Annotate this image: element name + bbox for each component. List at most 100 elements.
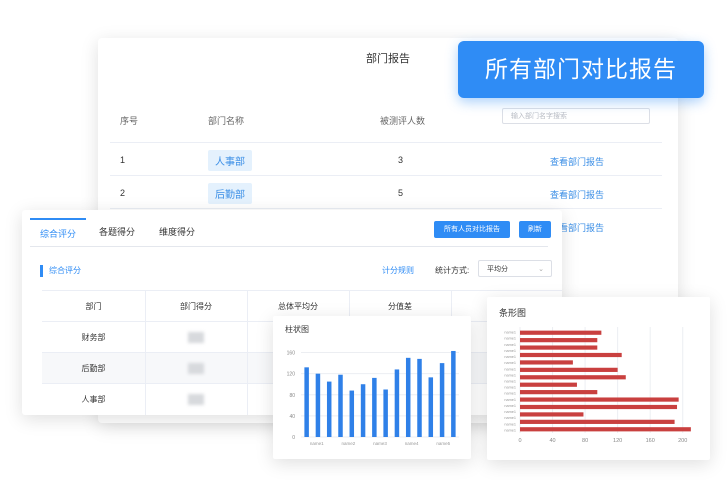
x-tick-label: name3 [373, 441, 387, 446]
y-tick-label: name1 [504, 416, 516, 420]
view-dept-report-link[interactable]: 查看部门报告 [550, 155, 604, 168]
y-tick-label: name1 [504, 410, 516, 414]
stat-method-select[interactable]: 平均分 ⌄ [478, 260, 552, 277]
bar [349, 390, 355, 437]
y-tick-label: name1 [504, 386, 516, 390]
y-tick-label: name1 [504, 349, 516, 353]
y-tick-label: name1 [504, 373, 516, 377]
column-header-dept-score: 部门得分 [145, 291, 248, 322]
stat-method-label: 统计方式: [435, 266, 470, 275]
bar-chart: 0 40 80 120 160 name1 name2 name3 name4 name5 [287, 350, 459, 446]
x-tick-label: 120 [613, 438, 622, 444]
x-tick-label: name5 [436, 441, 450, 446]
y-tick-label: name1 [504, 398, 516, 402]
y-tick-label: name1 [504, 331, 516, 335]
y-tick-label: name1 [504, 380, 516, 384]
bar [520, 338, 598, 343]
blurred-value [188, 363, 204, 375]
y-tick-label: 0 [292, 435, 295, 441]
column-header-dept: 部门 [42, 291, 146, 322]
x-tick-label: 40 [549, 438, 555, 444]
dept-tag[interactable]: 后勤部 [208, 183, 252, 204]
blurred-value [188, 394, 204, 406]
bar [520, 397, 679, 402]
y-tick-label: name1 [504, 392, 516, 396]
bar [326, 381, 332, 437]
y-tick-label: name1 [504, 428, 516, 432]
y-tick-label: name1 [504, 337, 516, 341]
x-tick-label: 80 [582, 438, 588, 444]
tab-overall-score[interactable]: 综合评分 [30, 218, 86, 246]
scoring-rules-link[interactable]: 计分规则 [382, 265, 414, 276]
y-tick-label: name1 [504, 367, 516, 371]
y-tick-label: name1 [504, 361, 516, 365]
bar [417, 358, 422, 437]
evaluated-count: 3 [398, 155, 404, 165]
chevron-down-icon: ⌄ [538, 266, 544, 273]
bar [372, 377, 377, 437]
blurred-value [188, 332, 204, 344]
bar [520, 382, 577, 387]
y-tick-label: 120 [287, 372, 296, 378]
bar-chart-card: 柱状图 0 40 80 120 160 name1 name2 name3 name4 name5 [273, 316, 471, 459]
section-marker [40, 265, 43, 277]
bar [520, 419, 675, 424]
all-staff-compare-button[interactable]: 所有人员对比报告 [434, 221, 510, 238]
x-tick-label: name2 [342, 441, 356, 446]
x-tick-label: name4 [405, 441, 419, 446]
y-tick-label: name1 [504, 404, 516, 408]
all-departments-comparison-banner: 所有部门对比报告 [458, 41, 704, 98]
bar [520, 352, 622, 358]
dept-name: 财务部 [42, 322, 146, 353]
y-tick-label: name1 [504, 422, 516, 426]
y-tick-label: 80 [289, 393, 295, 399]
column-header-dept: 部门名称 [208, 116, 245, 126]
table-row: 1 人事部 3 查看部门报告 [110, 142, 662, 176]
section-title: 综合评分 [49, 266, 81, 275]
bar [394, 369, 400, 437]
stat-method-value: 平均分 [487, 266, 508, 273]
column-header-index: 序号 [120, 116, 139, 126]
bar [520, 427, 691, 432]
bar [520, 330, 602, 335]
column-header-count: 被测评人数 [380, 116, 426, 126]
bar [315, 373, 321, 437]
y-tick-label: name1 [504, 343, 516, 347]
y-tick-label: name1 [504, 355, 516, 359]
bar [520, 345, 598, 350]
refresh-button[interactable]: 刷新 [519, 221, 551, 238]
hbar-chart-card: 条形图 0 40 80 120 160 200 name1 name1 name1 name1 na… [487, 297, 710, 460]
bar [383, 389, 388, 437]
dept-search-input[interactable]: 输入部门名字搜索 [502, 108, 650, 124]
evaluated-count: 5 [398, 188, 404, 198]
row-index: 2 [120, 188, 126, 198]
table-row: 2 后勤部 5 查看部门报告 [110, 175, 662, 209]
dept-name: 后勤部 [42, 353, 146, 384]
bar [360, 384, 366, 437]
bar [520, 412, 584, 417]
y-tick-label: 40 [289, 414, 295, 420]
bar [520, 404, 678, 410]
dept-tag[interactable]: 人事部 [208, 150, 252, 171]
row-index: 1 [120, 155, 126, 165]
bar [405, 357, 411, 437]
x-tick-label: name1 [310, 441, 324, 446]
dept-score [145, 322, 248, 353]
bar [520, 390, 598, 395]
bar [451, 350, 456, 437]
x-tick-label: 160 [646, 438, 655, 444]
dept-score [145, 384, 248, 415]
bar [520, 375, 626, 380]
bar [520, 367, 618, 372]
tab-dimension-scores[interactable]: 维度得分 [148, 218, 206, 246]
bar [304, 367, 309, 437]
view-dept-report-link[interactable]: 查看部门报告 [550, 188, 604, 201]
bar [338, 374, 343, 437]
bar [428, 377, 434, 437]
tab-question-scores[interactable]: 各题得分 [88, 218, 146, 246]
dept-name: 人事部 [42, 384, 146, 415]
horizontal-bar-chart: 0 40 80 120 160 200 name1 name1 name1 name1 name1 n… [504, 327, 691, 444]
dept-score [145, 353, 248, 384]
x-tick-label: 200 [678, 438, 687, 444]
bar [439, 363, 445, 437]
